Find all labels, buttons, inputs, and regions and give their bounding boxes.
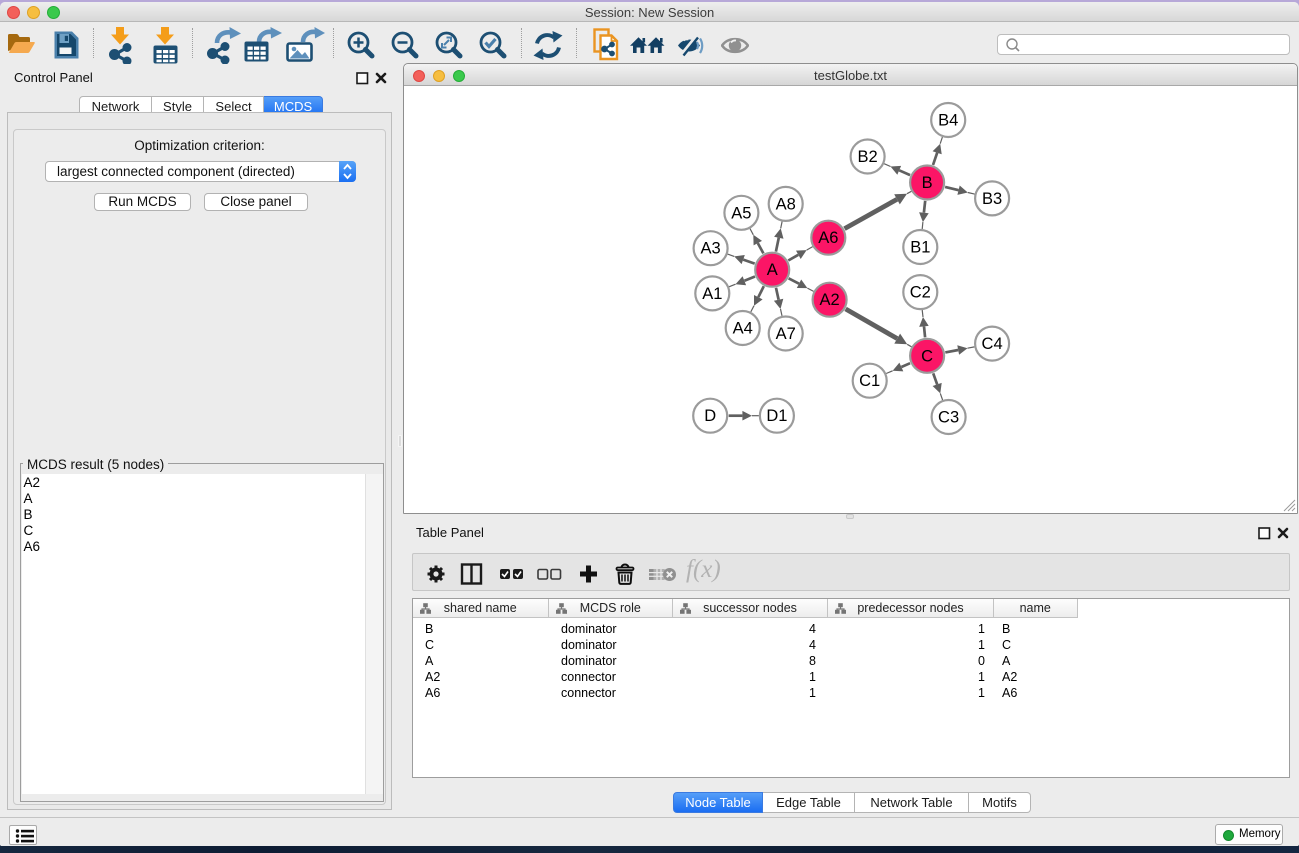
svg-text:B1: B1 bbox=[910, 239, 930, 257]
svg-text:B: B bbox=[922, 174, 933, 192]
svg-text:C3: C3 bbox=[938, 409, 959, 427]
svg-text:A: A bbox=[767, 261, 778, 279]
svg-text:A7: A7 bbox=[776, 325, 796, 343]
svg-text:B2: B2 bbox=[858, 148, 878, 166]
svg-text:A5: A5 bbox=[731, 204, 751, 222]
svg-text:A6: A6 bbox=[818, 229, 838, 247]
svg-text:C: C bbox=[921, 347, 933, 365]
svg-text:C4: C4 bbox=[982, 335, 1003, 353]
svg-text:A4: A4 bbox=[733, 320, 753, 338]
svg-text:B4: B4 bbox=[938, 112, 958, 130]
svg-text:A3: A3 bbox=[701, 240, 721, 258]
svg-text:D: D bbox=[704, 407, 716, 425]
svg-text:C1: C1 bbox=[859, 372, 880, 390]
svg-text:B3: B3 bbox=[982, 190, 1002, 208]
svg-text:C2: C2 bbox=[910, 284, 931, 302]
svg-text:D1: D1 bbox=[766, 407, 787, 425]
svg-text:A8: A8 bbox=[776, 195, 796, 213]
svg-text:A1: A1 bbox=[702, 285, 722, 303]
svg-text:A2: A2 bbox=[820, 291, 840, 309]
